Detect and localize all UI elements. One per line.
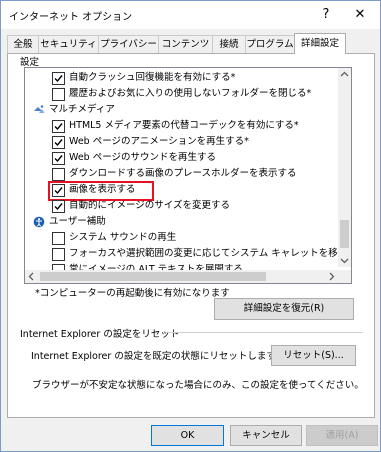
- setting-label: Web ページのアニメーションを再生する*: [69, 136, 249, 147]
- tab-privacy[interactable]: プライバシー: [98, 35, 159, 53]
- tab-advanced[interactable]: 詳細設定: [294, 33, 346, 54]
- button-label: 適用(A): [325, 430, 359, 441]
- help-icon[interactable]: ?: [314, 5, 338, 25]
- setting-label: HTML5 メディア要素の代替コーデックを有効にする*: [69, 120, 299, 131]
- tab-label: プライバシー: [100, 39, 157, 50]
- accessibility-icon: [33, 216, 45, 228]
- setting-checkbox[interactable]: [52, 136, 65, 149]
- button-label: リセット(S)...: [283, 350, 344, 361]
- setting-checkbox[interactable]: [52, 88, 65, 101]
- setting-checkbox[interactable]: [52, 168, 65, 181]
- horizontal-scroll-thumb[interactable]: [40, 272, 266, 281]
- setting-label: 履歴およびお気に入りの使用しないフォルダーを閉じる*: [69, 88, 312, 99]
- category-label: ユーザー補助: [49, 216, 106, 227]
- setting-label: フォーカスや選択範囲の変更に応じてシステム キャレットを移動する: [69, 248, 352, 259]
- checkmark-icon: [54, 123, 63, 131]
- checkmark-icon: [54, 203, 63, 211]
- setting-checkbox[interactable]: [52, 232, 65, 245]
- tab-connections[interactable]: 接続: [212, 35, 246, 53]
- tab-content[interactable]: コンテンツ: [158, 35, 213, 53]
- scroll-down-icon[interactable]: [338, 254, 351, 267]
- ok-button[interactable]: OK: [151, 425, 224, 446]
- tab-label: セキュリティ: [40, 39, 97, 50]
- reset-group-divider: [166, 332, 363, 333]
- cancel-button[interactable]: キャンセル: [230, 425, 302, 446]
- setting-label: システム サウンドの再生: [69, 232, 177, 243]
- setting-label: ダウンロードする画像のプレースホルダーを表示する: [69, 168, 297, 179]
- settings-group-label: 設定: [20, 57, 40, 68]
- internet-options-dialog: インターネット オプション ? ✕ 全般 セキュリティ プライバシー コンテンツ…: [0, 0, 381, 452]
- setting-label: Web ページのサウンドを再生する: [69, 152, 217, 163]
- settings-tree[interactable]: 自動クラッシュ回復機能を有効にする* 履歴およびお気に入りの使用しないフォルダーを…: [24, 67, 352, 284]
- setting-checkbox[interactable]: [52, 72, 65, 85]
- tab-security[interactable]: セキュリティ: [38, 35, 99, 53]
- scroll-left-icon[interactable]: [25, 270, 38, 283]
- button-label: OK: [180, 430, 195, 441]
- setting-checkbox[interactable]: [52, 120, 65, 133]
- horizontal-scrollbar[interactable]: [25, 270, 338, 283]
- tab-label: プログラム: [246, 39, 294, 50]
- checkmark-icon: [54, 155, 63, 163]
- checkmark-icon: [54, 139, 63, 147]
- tab-label: 詳細設定: [300, 38, 339, 49]
- button-label: キャンセル: [242, 430, 290, 441]
- setting-label: 自動的にイメージのサイズを変更する: [69, 200, 231, 211]
- setting-checkbox[interactable]: [52, 152, 65, 165]
- tab-general[interactable]: 全般: [7, 35, 39, 53]
- scroll-right-icon[interactable]: [325, 270, 338, 283]
- reset-description: Internet Explorer の設定を既定の状態にリセットします。: [31, 351, 285, 362]
- checkmark-icon: [54, 75, 63, 83]
- reset-group-label: Internet Explorer の設定をリセット: [20, 329, 180, 340]
- close-icon[interactable]: ✕: [348, 5, 372, 25]
- setting-checkbox[interactable]: [52, 200, 65, 213]
- vertical-scroll-thumb[interactable]: [340, 220, 349, 248]
- restore-advanced-settings-button[interactable]: 詳細設定を復元(R): [214, 298, 354, 320]
- apply-button: 適用(A): [306, 425, 378, 446]
- tab-programs[interactable]: プログラム: [245, 35, 295, 53]
- title-bar[interactable]: インターネット オプション ? ✕: [1, 1, 380, 29]
- scrollbar-corner: [338, 270, 351, 283]
- tab-label: 接続: [219, 39, 239, 50]
- button-label: 詳細設定を復元(R): [243, 303, 325, 314]
- tab-label: コンテンツ: [161, 39, 210, 50]
- scroll-up-icon[interactable]: [338, 68, 351, 81]
- category-label: マルチメディア: [49, 104, 115, 115]
- restart-note: *コンピューターの再起動後に有効になります: [35, 288, 230, 299]
- vertical-scrollbar[interactable]: [338, 68, 351, 267]
- setting-checkbox[interactable]: [52, 248, 65, 261]
- reset-warning: ブラウザーが不安定な状態になった場合にのみ、この設定を使ってください。: [32, 380, 364, 391]
- setting-label: 自動クラッシュ回復機能を有効にする*: [69, 72, 236, 83]
- tab-label: 全般: [13, 39, 33, 50]
- multimedia-icon: [34, 105, 45, 113]
- reset-button[interactable]: リセット(S)...: [271, 345, 356, 366]
- window-title: インターネット オプション: [9, 12, 133, 23]
